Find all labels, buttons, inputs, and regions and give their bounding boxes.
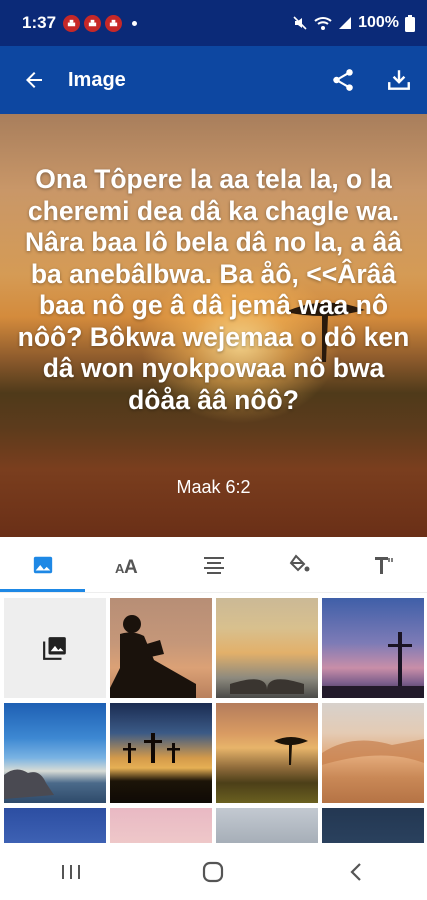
recent-apps-icon	[62, 864, 81, 879]
notification-icons	[63, 14, 123, 32]
tab-text-style[interactable]	[342, 537, 427, 592]
app-notification-icon	[84, 14, 102, 32]
battery-percent: 100%	[358, 14, 399, 31]
app-bar: Image	[0, 46, 427, 114]
app-bar-actions	[315, 46, 427, 114]
verse-reference: Maak 6:2	[176, 477, 251, 497]
battery-icon	[405, 14, 415, 32]
signal-icon	[338, 16, 352, 30]
image-icon	[33, 556, 52, 573]
back-button[interactable]	[0, 46, 68, 114]
download-button[interactable]	[371, 46, 427, 114]
back-nav-icon	[350, 862, 361, 881]
app-notification-icon	[105, 14, 123, 32]
home-icon	[203, 861, 224, 882]
thumb-sea-rocks[interactable]	[4, 703, 106, 803]
verse-text: Ona Tôpere la aa tela la, o la cheremi d…	[17, 164, 410, 415]
thumb-mountain-clouds[interactable]	[216, 808, 318, 843]
svg-text:A: A	[124, 557, 138, 576]
share-button[interactable]	[315, 46, 371, 114]
thumb-child-reading[interactable]	[110, 598, 212, 698]
gallery-picker-button[interactable]	[4, 598, 106, 698]
thumb-acacia-sunset[interactable]	[216, 703, 318, 803]
background-gallery	[0, 593, 427, 843]
thumb-blue-sky[interactable]	[4, 808, 106, 843]
wifi-icon	[314, 15, 332, 31]
tab-font-size[interactable]: AA	[85, 537, 170, 592]
back-nav-button[interactable]	[316, 843, 396, 900]
share-icon	[333, 69, 353, 91]
status-dot	[132, 20, 138, 26]
thumb-cross-twilight[interactable]	[322, 598, 424, 698]
fill-color-icon	[289, 553, 310, 571]
thumb-three-crosses[interactable]	[110, 703, 212, 803]
thumb-desert-dunes[interactable]	[322, 703, 424, 803]
status-right: 100%	[292, 14, 415, 32]
status-time: 1:37	[22, 13, 57, 32]
text-style-icon	[375, 556, 394, 574]
align-center-icon	[203, 556, 224, 574]
app-notification-icon	[63, 14, 81, 32]
tab-background-image[interactable]	[0, 537, 86, 592]
back-arrow-icon	[26, 72, 42, 88]
editor-tool-tabs: AA	[0, 537, 427, 593]
thumb-dark-sky[interactable]	[322, 808, 424, 843]
home-button[interactable]	[173, 843, 253, 900]
thumb-open-book[interactable]	[216, 598, 318, 698]
page-title: Image	[68, 68, 126, 91]
gallery-icon	[43, 637, 66, 660]
tab-fill-color[interactable]	[256, 537, 341, 592]
status-bar: 1:37 100%	[0, 0, 427, 46]
download-icon	[388, 70, 410, 90]
system-nav-bar	[0, 843, 427, 900]
recent-apps-button[interactable]	[31, 843, 111, 900]
mute-icon	[292, 15, 308, 31]
tab-text-align[interactable]	[171, 537, 256, 592]
verse-image-preview[interactable]: Ona Tôpere la aa tela la, o la cheremi d…	[0, 114, 427, 537]
font-size-icon: AA	[115, 557, 138, 576]
thumb-pink-sky[interactable]	[110, 808, 212, 843]
